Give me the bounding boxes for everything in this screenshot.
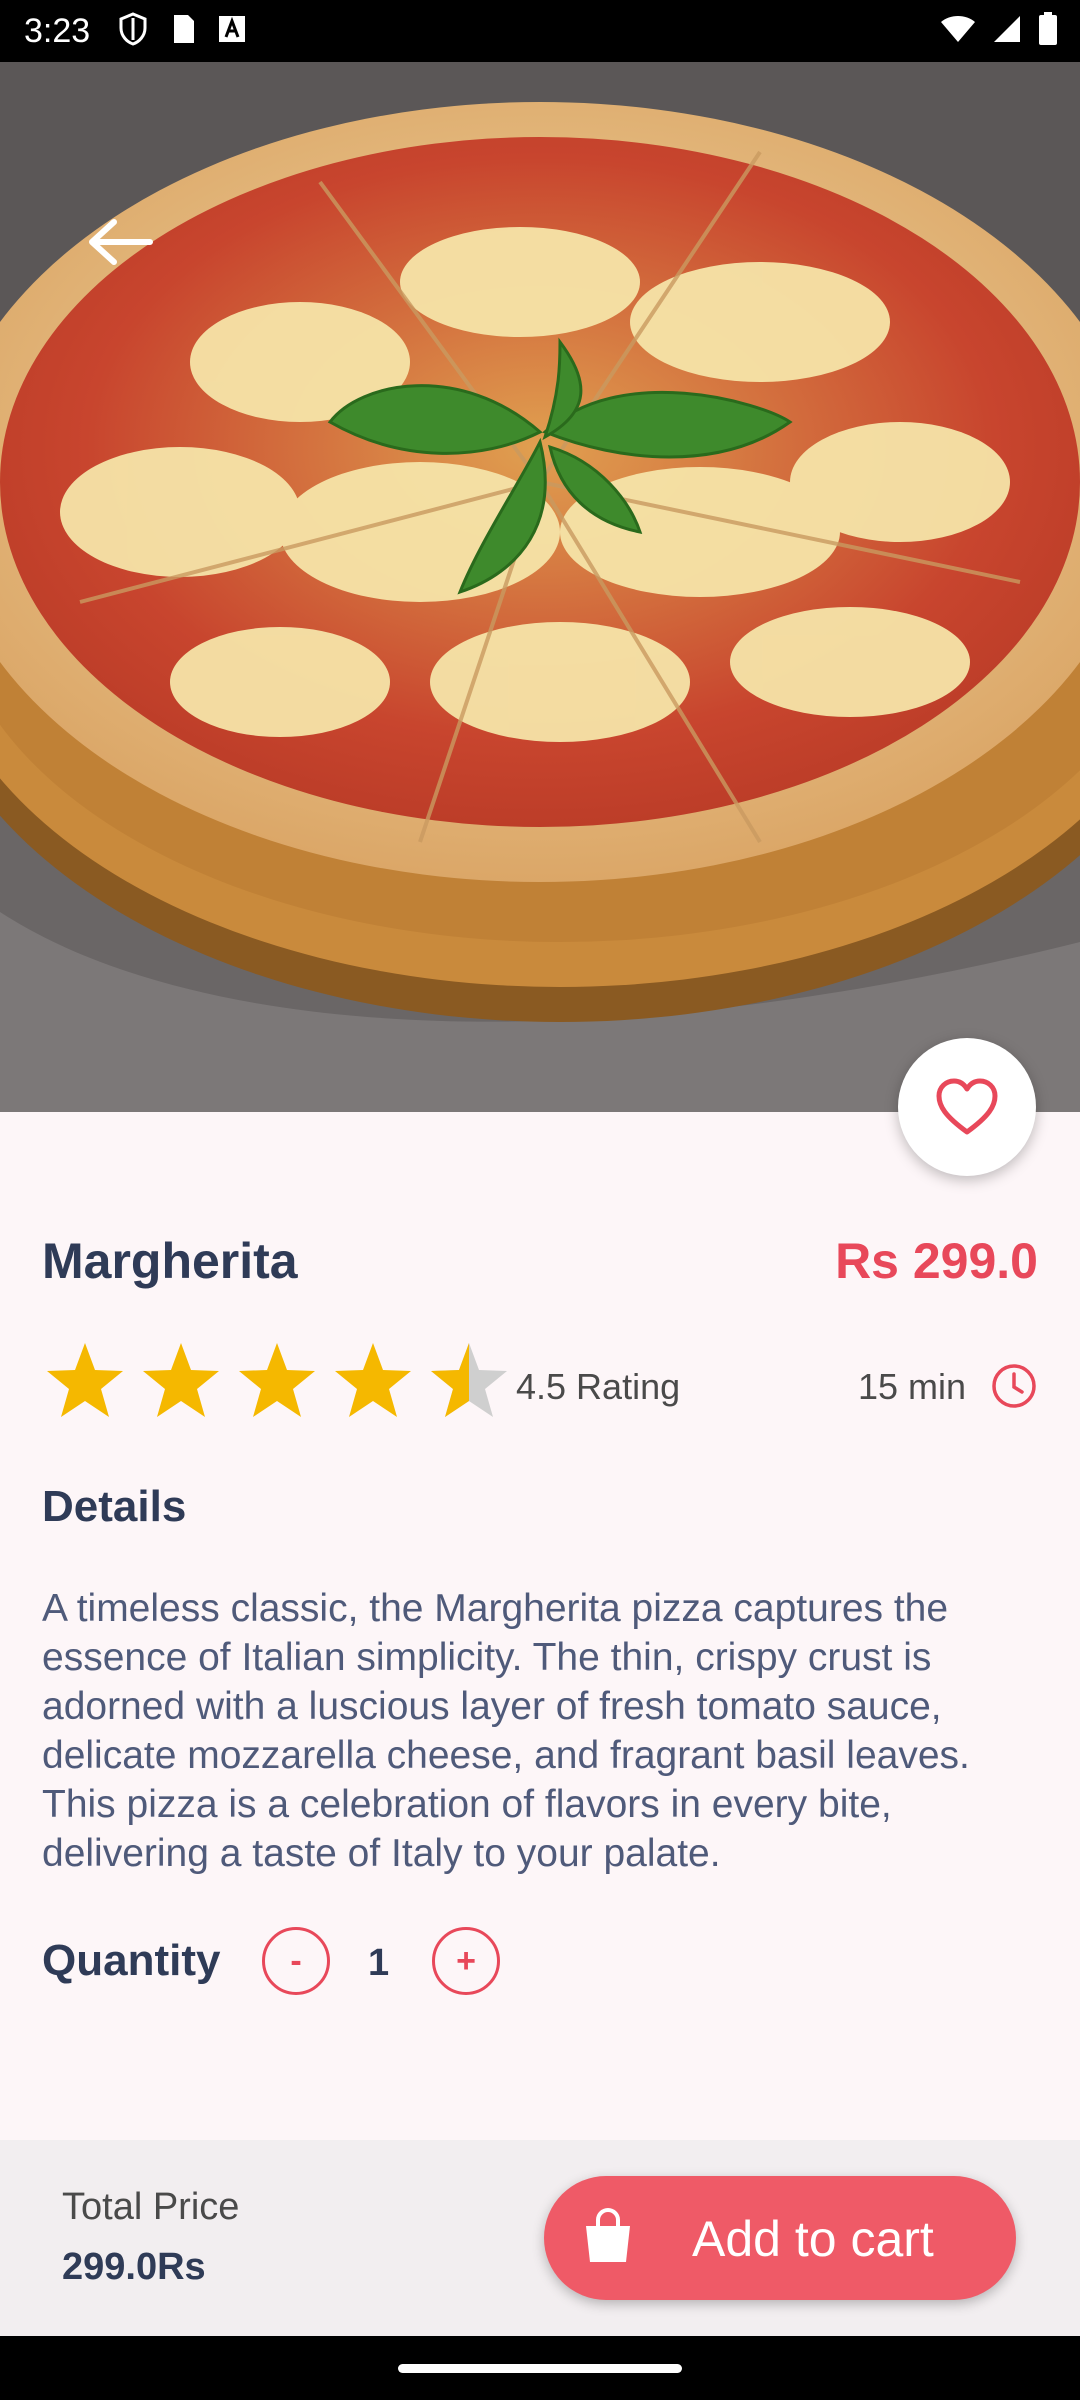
- product-name: Margherita: [42, 1233, 298, 1289]
- quantity-decrease-button[interactable]: -: [262, 1927, 330, 1995]
- product-description: A timeless classic, the Margherita pizza…: [42, 1587, 970, 1875]
- home-gesture-handle[interactable]: [398, 2364, 682, 2373]
- status-system-icons: [940, 12, 1058, 46]
- clock-icon: [992, 1364, 1036, 1408]
- quantity-increase-button[interactable]: +: [432, 1927, 500, 1995]
- add-to-cart-button[interactable]: Add to cart: [544, 2176, 1016, 2300]
- sim-card-icon: [174, 15, 194, 43]
- status-time: 3:23: [24, 12, 91, 50]
- battery-icon: [1039, 12, 1057, 45]
- quantity-value: 1: [368, 1942, 390, 1984]
- product-price: Rs 299.0: [835, 1233, 1038, 1289]
- rating-stars: [44, 1340, 510, 1420]
- system-navigation-bar: [0, 2336, 1080, 2400]
- heart-icon: [936, 1078, 998, 1135]
- star-icon: [239, 1343, 315, 1417]
- total-price-value: 299.0Rs: [62, 2246, 206, 2288]
- font-icon: [219, 16, 245, 42]
- status-bar: 3:23: [0, 0, 1080, 62]
- status-notification-icons: [118, 12, 246, 46]
- pizza-illustration: [0, 62, 1080, 1112]
- favorite-button[interactable]: [898, 1038, 1036, 1176]
- pizza-hero-image: [0, 62, 1080, 1112]
- back-button[interactable]: [80, 212, 160, 272]
- signal-icon: [994, 16, 1020, 42]
- wifi-icon: [941, 16, 975, 42]
- details-heading: Details: [42, 1482, 187, 1531]
- half-star-icon: [431, 1343, 507, 1417]
- star-icon: [335, 1343, 411, 1417]
- shopping-bag-icon: [586, 2208, 630, 2262]
- back-arrow-icon: [89, 219, 153, 265]
- rating-label: 4.5 Rating: [516, 1366, 681, 1407]
- star-icon: [143, 1343, 219, 1417]
- prep-time: 15 min: [858, 1366, 967, 1407]
- quantity-label: Quantity: [42, 1936, 221, 1985]
- total-price-label: Total Price: [62, 2186, 240, 2228]
- add-to-cart-label: Add to cart: [692, 2211, 934, 2267]
- star-icon: [47, 1343, 123, 1417]
- shield-icon: [119, 12, 147, 46]
